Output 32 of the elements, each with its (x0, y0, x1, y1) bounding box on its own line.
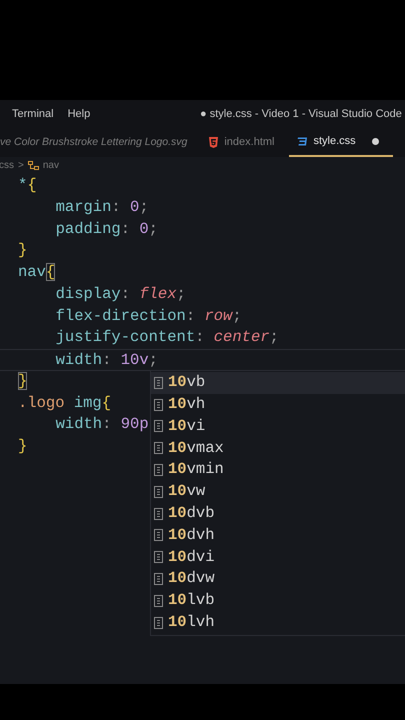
suggestion-item[interactable]: 10vmax (151, 437, 405, 460)
suggestion-item[interactable]: 10lvh (151, 612, 405, 634)
menu-item[interactable]: Terminal (12, 106, 54, 122)
suggestion-item[interactable]: 10dvw (151, 568, 405, 590)
suggestion-item[interactable]: 10dvi (151, 546, 405, 568)
code-line: margin: 0; (56, 196, 149, 218)
suggestion-item[interactable]: 10lvb (151, 590, 405, 612)
window-title: ● style.css - Video 1 - Visual Studio Code (199, 106, 402, 122)
suggestion-item[interactable]: 10vmin (151, 459, 405, 481)
editor-tab[interactable]: index.html (201, 128, 288, 157)
suggestion-item[interactable]: 10dvh (151, 524, 405, 546)
editor-tab[interactable]: ve Color Brushstroke Lettering Logo.svg (0, 128, 202, 157)
code-line: justify-content: center; (56, 327, 279, 348)
code-line: } (18, 436, 28, 457)
breadcrumb-separator: > (18, 159, 24, 173)
code-line: } (18, 240, 28, 262)
code-line: nav{ (18, 262, 56, 283)
code-line: .logo img{ (18, 392, 112, 414)
code-line: padding: 0; (56, 218, 158, 240)
code-line: } (18, 370, 28, 392)
suggestion-item[interactable]: 10vw (151, 480, 405, 503)
menu-item[interactable]: Help (68, 106, 90, 122)
code-line: width: 10v; (56, 351, 158, 371)
code-line: flex-direction: row; (56, 306, 242, 326)
suggestion-item[interactable]: 10vi (151, 416, 405, 438)
code-line: width: 90p (56, 414, 149, 436)
suggestion-item[interactable]: 10dvb (151, 502, 405, 525)
code-line: display: flex; (56, 284, 186, 305)
code-line: *{ (18, 175, 37, 196)
breadcrumb-item[interactable]: nav (42, 158, 59, 173)
suggestion-item[interactable]: 10vb (151, 372, 405, 394)
suggestion-item[interactable]: 10vh (151, 394, 405, 416)
